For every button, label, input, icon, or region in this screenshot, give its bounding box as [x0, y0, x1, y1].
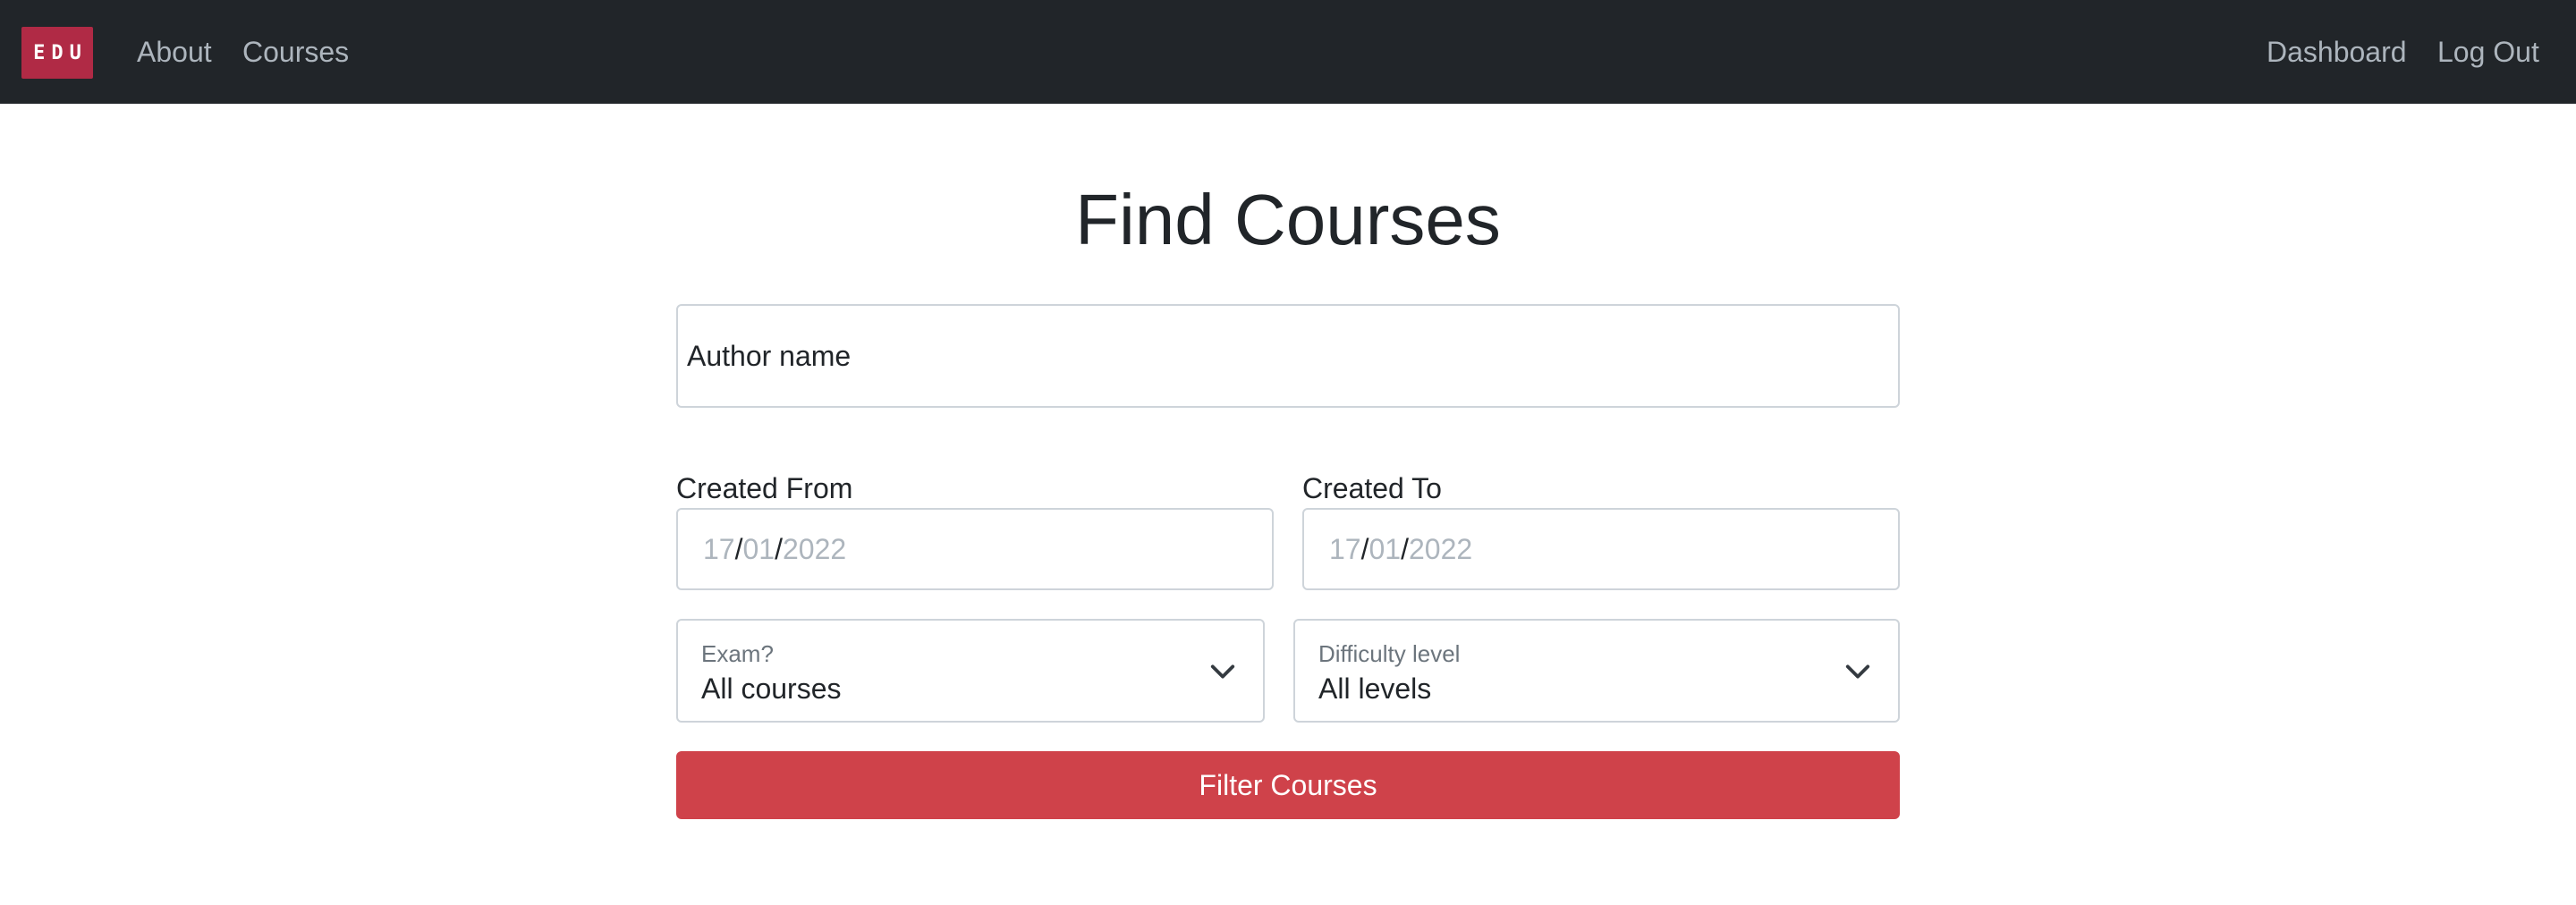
date-separator: / [1360, 532, 1369, 565]
created-from-day[interactable]: 17 [703, 533, 735, 566]
created-to-day[interactable]: 17 [1329, 533, 1361, 566]
created-from-year[interactable]: 2022 [783, 533, 846, 566]
author-name-input[interactable] [676, 304, 1900, 408]
created-from-label: Created From [676, 472, 853, 504]
created-from-date-input[interactable]: 17/01/2022 [676, 508, 1274, 590]
date-separator: / [1401, 532, 1409, 565]
created-to-date-input[interactable]: 17/01/2022 [1302, 508, 1900, 590]
chevron-down-icon [1845, 664, 1870, 679]
created-to-label: Created To [1302, 472, 1442, 504]
created-to-month[interactable]: 01 [1368, 533, 1401, 566]
brand-logo[interactable]: EDU [21, 27, 93, 79]
exam-select-label: Exam? [701, 640, 774, 667]
date-separator: / [734, 532, 743, 565]
difficulty-level-select-label: Difficulty level [1318, 640, 1461, 667]
date-separator: / [775, 532, 783, 565]
difficulty-level-select-value: All levels [1318, 672, 1432, 705]
nav-link-courses[interactable]: Courses [242, 34, 349, 70]
brand-text: EDU [33, 41, 88, 64]
nav-link-dashboard[interactable]: Dashboard [2267, 34, 2407, 70]
filter-courses-button[interactable]: Filter Courses [676, 751, 1900, 819]
nav-link-about[interactable]: About [137, 34, 212, 70]
chevron-down-icon [1210, 664, 1235, 679]
created-to-year[interactable]: 2022 [1409, 533, 1472, 566]
created-from-month[interactable]: 01 [742, 533, 775, 566]
top-navbar: EDU About Courses Dashboard Log Out [0, 0, 2576, 104]
exam-select-value: All courses [701, 672, 842, 705]
nav-link-log-out[interactable]: Log Out [2437, 34, 2539, 70]
page-title: Find Courses [1075, 180, 1501, 259]
difficulty-level-select[interactable]: Difficulty level All levels [1293, 619, 1900, 723]
exam-select[interactable]: Exam? All courses [676, 619, 1265, 723]
